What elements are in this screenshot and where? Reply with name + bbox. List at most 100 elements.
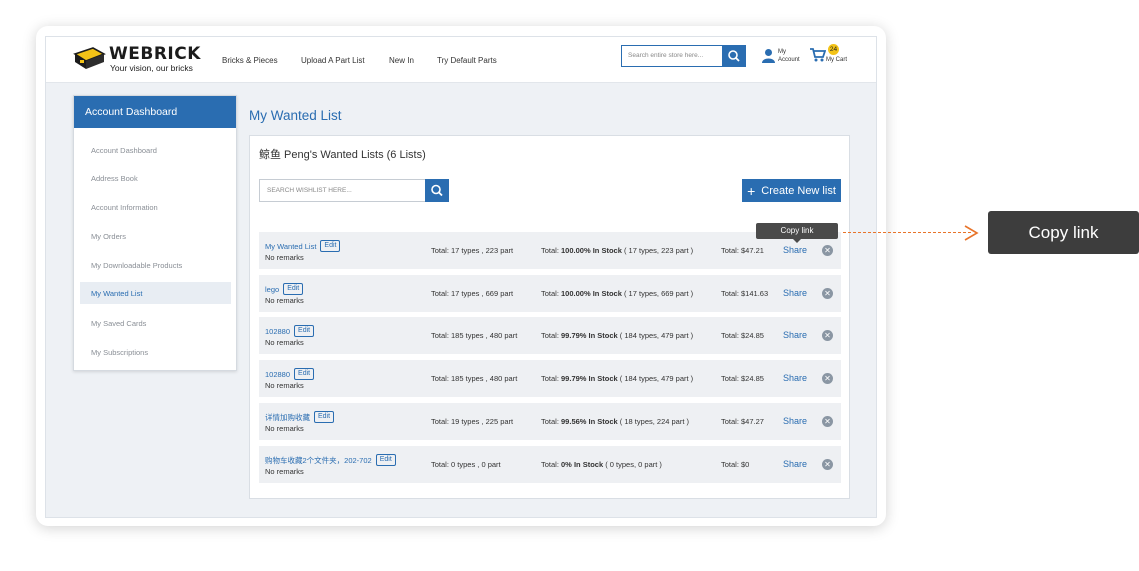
stock-detail: ( 184 types, 479 part ) bbox=[617, 331, 694, 340]
list-remark: No remarks bbox=[265, 253, 304, 262]
copy-link-tooltip: Copy link bbox=[756, 223, 838, 243]
create-new-list-button[interactable]: + Create New list bbox=[742, 179, 841, 202]
edit-button[interactable]: Edit bbox=[294, 368, 315, 380]
list-name-link[interactable]: My Wanted List Edit bbox=[265, 240, 341, 252]
stock-percent: 99.79% In Stock bbox=[561, 374, 618, 383]
sidebar-item-account-dashboard[interactable]: Account Dashboard bbox=[80, 139, 231, 161]
list-stock-total: Total: 99.79% In Stock ( 184 types, 479 … bbox=[541, 374, 693, 383]
share-link[interactable]: Share bbox=[783, 416, 807, 426]
share-link[interactable]: Share bbox=[783, 330, 807, 340]
edit-button[interactable]: Edit bbox=[375, 454, 396, 466]
wishlist-search-button[interactable] bbox=[425, 179, 449, 202]
stock-detail: ( 17 types, 223 part ) bbox=[621, 246, 694, 255]
list-name-link[interactable]: 102880 Edit bbox=[265, 325, 315, 337]
stock-detail: ( 184 types, 479 part ) bbox=[617, 374, 694, 383]
store-search-input[interactable]: Search entire store here... bbox=[621, 45, 722, 67]
site-header: WEBRICK Your vision, our bricks Bricks &… bbox=[46, 37, 876, 83]
stock-prefix: Total: bbox=[541, 331, 562, 340]
stock-percent: 99.56% In Stock bbox=[561, 417, 618, 426]
list-name-link[interactable]: 详情加购收藏 Edit bbox=[265, 411, 335, 423]
list-types-total: Total: 17 types , 669 part bbox=[431, 289, 514, 298]
list-types-total: Total: 185 types , 480 part bbox=[431, 331, 518, 340]
close-icon[interactable]: ✕ bbox=[822, 330, 833, 341]
close-icon[interactable]: ✕ bbox=[822, 459, 833, 470]
nav-upload-part-list[interactable]: Upload A Part List bbox=[301, 37, 365, 83]
list-stock-total: Total: 99.79% In Stock ( 184 types, 479 … bbox=[541, 331, 693, 340]
list-name-link[interactable]: lego Edit bbox=[265, 283, 304, 295]
brick-logo-icon bbox=[73, 47, 106, 69]
list-remark: No remarks bbox=[265, 381, 304, 390]
list-price-total: Total: $0 bbox=[721, 460, 750, 469]
list-remark: No remarks bbox=[265, 424, 304, 433]
list-price-total: Total: $47.21 bbox=[721, 246, 764, 255]
close-icon[interactable]: ✕ bbox=[822, 288, 833, 299]
list-remark: No remarks bbox=[265, 338, 304, 347]
share-link[interactable]: Share bbox=[783, 459, 807, 469]
sidebar-item-subscriptions[interactable]: My Subscriptions bbox=[80, 341, 231, 363]
stock-detail: ( 18 types, 224 part ) bbox=[617, 417, 690, 426]
list-name-link[interactable]: 购物车收藏2个文件夹，202-702 Edit bbox=[265, 454, 396, 466]
wanted-lists-panel: 鲸鱼 Peng's Wanted Lists (6 Lists) SEARCH … bbox=[249, 135, 850, 499]
list-types-total: Total: 17 types , 223 part bbox=[431, 246, 514, 255]
cart-count-badge: 24 bbox=[828, 44, 839, 55]
share-link[interactable]: Share bbox=[783, 288, 807, 298]
list-item: 详情加购收藏 Edit No remarks Total: 19 types , 22… bbox=[259, 403, 841, 440]
list-types-total: Total: 19 types , 225 part bbox=[431, 417, 514, 426]
list-item: 102880 Edit No remarks Total: 185 types , 4… bbox=[259, 317, 841, 354]
brand-tagline: Your vision, our bricks bbox=[110, 63, 193, 73]
my-account-link[interactable]: My Account bbox=[762, 47, 806, 67]
stock-percent: 99.79% In Stock bbox=[561, 331, 618, 340]
list-stock-total: Total: 100.00% In Stock ( 17 types, 669 … bbox=[541, 289, 693, 298]
stock-percent: 100.00% In Stock bbox=[561, 246, 622, 255]
edit-button[interactable]: Edit bbox=[314, 411, 335, 423]
stock-prefix: Total: bbox=[541, 374, 562, 383]
site-logo[interactable]: WEBRICK Your vision, our bricks bbox=[73, 42, 200, 76]
sidebar-item-my-wanted-list[interactable]: My Wanted List bbox=[80, 282, 231, 304]
close-icon[interactable]: ✕ bbox=[822, 245, 833, 256]
list-item: 102880 Edit No remarks Total: 185 types , 4… bbox=[259, 360, 841, 397]
nav-try-default-parts[interactable]: Try Default Parts bbox=[437, 37, 497, 83]
my-cart-link[interactable]: 24 My Cart bbox=[810, 44, 856, 67]
sidebar-item-address-book[interactable]: Address Book bbox=[80, 167, 231, 189]
list-name[interactable]: 102880 bbox=[265, 370, 290, 379]
edit-button[interactable]: Edit bbox=[294, 325, 315, 337]
list-name[interactable]: 购物车收藏2个文件夹，202-702 bbox=[265, 455, 372, 466]
sidebar-item-account-information[interactable]: Account Information bbox=[80, 196, 231, 218]
edit-button[interactable]: Edit bbox=[320, 240, 341, 252]
list-types-total: Total: 0 types , 0 part bbox=[431, 460, 501, 469]
plus-icon: + bbox=[747, 182, 756, 199]
list-price-total: Total: $24.85 bbox=[721, 374, 764, 383]
search-icon bbox=[728, 50, 740, 62]
sidebar-item-downloadable-products[interactable]: My Downloadable Products bbox=[80, 254, 231, 276]
stock-percent: 0% In Stock bbox=[561, 460, 604, 469]
list-name[interactable]: My Wanted List bbox=[265, 242, 316, 251]
list-name-link[interactable]: 102880 Edit bbox=[265, 368, 315, 380]
create-new-list-label: Create New list bbox=[761, 184, 836, 197]
nav-bricks-pieces[interactable]: Bricks & Pieces bbox=[222, 37, 278, 83]
list-name[interactable]: 102880 bbox=[265, 327, 290, 336]
list-price-total: Total: $24.85 bbox=[721, 331, 764, 340]
list-name[interactable]: lego bbox=[265, 285, 279, 294]
cart-icon bbox=[810, 48, 826, 62]
close-icon[interactable]: ✕ bbox=[822, 416, 833, 427]
list-remark: No remarks bbox=[265, 296, 304, 305]
sidebar-item-saved-cards[interactable]: My Saved Cards bbox=[80, 312, 231, 334]
sidebar-item-my-orders[interactable]: My Orders bbox=[80, 225, 231, 247]
browser-screen: WEBRICK Your vision, our bricks Bricks &… bbox=[45, 36, 877, 518]
stock-prefix: Total: bbox=[541, 246, 562, 255]
wishlist-search-input[interactable]: SEARCH WISHLIST HERE... bbox=[259, 179, 425, 202]
my-cart-label: My Cart bbox=[826, 57, 847, 63]
user-icon bbox=[762, 49, 775, 63]
sidebar-title: Account Dashboard bbox=[74, 96, 236, 128]
copy-link-callout: Copy link bbox=[988, 211, 1139, 254]
arrow-right-icon bbox=[964, 225, 979, 241]
list-item: 购物车收藏2个文件夹，202-702 Edit No remarks Total: 0… bbox=[259, 446, 841, 483]
page-title: My Wanted List bbox=[249, 108, 342, 123]
stock-detail: ( 17 types, 669 part ) bbox=[621, 289, 694, 298]
nav-new-in[interactable]: New In bbox=[389, 37, 414, 83]
share-link[interactable]: Share bbox=[783, 373, 807, 383]
store-search-button[interactable] bbox=[722, 45, 746, 67]
close-icon[interactable]: ✕ bbox=[822, 373, 833, 384]
edit-button[interactable]: Edit bbox=[283, 283, 304, 295]
list-name[interactable]: 详情加购收藏 bbox=[265, 412, 310, 423]
